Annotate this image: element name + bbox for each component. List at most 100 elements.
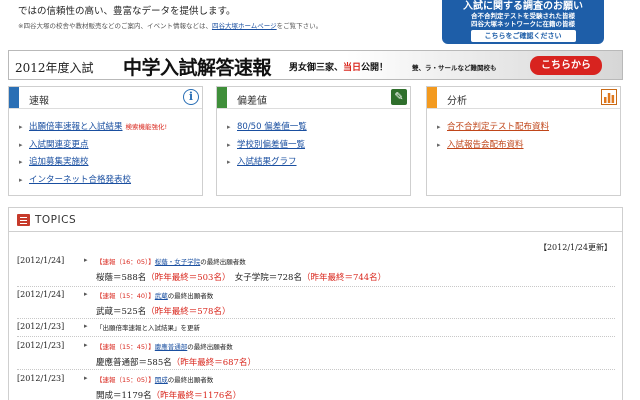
banner-year: 2012年度入試 — [15, 61, 94, 75]
list-item: ▸ 出願倍率速報と入試結果 検索機能強化! — [19, 119, 202, 137]
arrow-icon: ▸ — [19, 158, 23, 166]
info-icon: i — [183, 89, 199, 105]
topics-list-icon — [17, 214, 30, 226]
topic-values: 開成＝1179名（昨年最終＝1176名） — [96, 389, 241, 400]
intro-line: ではの信頼性の高い、豊富なデータを提供します。 — [18, 6, 236, 17]
news-box-title: 速報 — [29, 96, 49, 107]
topic-flash-label: 【速報（16：05）】 — [96, 258, 155, 266]
news-link-additional-recruitment[interactable]: 追加募集実施校 — [29, 157, 89, 167]
topic-last-year: （昨年最終＝503名） — [146, 273, 227, 283]
topic-school-link[interactable]: 桜蔭・女子学院 — [155, 258, 201, 266]
bunseki-accent-bar — [427, 87, 437, 108]
hensachi-box: 偏差値 ✎ ▸ 80/50 偏差値一覧 ▸ 学校別偏差値一覧 ▸ 入試結果グラフ — [216, 86, 411, 196]
divider — [17, 318, 615, 319]
topic-last-year: （昨年最終＝578名） — [146, 307, 231, 317]
list-item: ▸ 入試結果グラフ — [227, 154, 410, 172]
topics-title: TOPICS — [35, 214, 77, 226]
topic-date: [2012/1/23] — [17, 322, 65, 331]
bunseki-box-header: 分析 — [427, 87, 620, 109]
hensachi-box-header: 偏差値 ✎ — [217, 87, 410, 109]
topics-updated-date: 【2012/1/24更新】 — [538, 243, 612, 252]
topic-flash-label: 【速報（15：40）】 — [96, 292, 155, 300]
topic-headline-text: の最終出願者数 — [187, 343, 233, 351]
list-item: ▸ 学校別偏差値一覧 — [227, 137, 410, 155]
bunseki-link-report-materials[interactable]: 入試報告会配布資料 — [447, 140, 524, 150]
answer-bulletin-banner[interactable]: 2012年度入試 中学入試解答速報 男女御三家、当日公開！ 雙、ラ・サールなど難… — [8, 50, 623, 80]
arrow-icon: ▸ — [19, 140, 23, 149]
topic-values: 慶應普通部＝585名（昨年最終＝687名） — [96, 356, 256, 368]
topic-school-link[interactable]: 開成 — [155, 376, 168, 384]
topic-date: [2012/1/24] — [17, 256, 65, 265]
topic-value: 桜蔭＝588名 — [96, 273, 147, 283]
news-link-application-ratio[interactable]: 出願倍率速報と入試結果 — [29, 122, 123, 132]
intro-text: ではの信頼性の高い、豊富なデータを提供します。 ※四谷大塚の校舎や教材販売などの… — [18, 0, 438, 40]
banner-title: 中学入試解答速報 — [123, 57, 272, 79]
banner-sub-a: 男女御三家、 — [289, 63, 344, 73]
intro-note-pre: ※四谷大塚の校舎や教材販売などのご案内、イベント情報などは、 — [18, 22, 212, 30]
topic-headline-text: の最終出願者数 — [200, 258, 246, 266]
arrow-icon: ▸ — [227, 158, 231, 166]
topics-panel: TOPICS 【2012/1/24更新】 [2012/1/24] ▸ 【速報（1… — [8, 207, 623, 400]
news-box-header: 速報 i — [9, 87, 202, 109]
survey-title: 入試に関する調査のお願い — [463, 1, 583, 12]
hensachi-box-title: 偏差値 — [237, 96, 267, 107]
news-list: ▸ 出願倍率速報と入試結果 検索機能強化! ▸ 入試関連変更点 ▸ 追加募集実施校 ▸ イ… — [9, 109, 202, 189]
banner-sub-b: 公開！ — [361, 63, 389, 73]
bunseki-link-test-materials[interactable]: 合不合判定テスト配布資料 — [447, 122, 549, 132]
news-box: 速報 i ▸ 出願倍率速報と入試結果 検索機能強化! ▸ 入試関連変更点 ▸ 追加募集実… — [8, 86, 203, 196]
bar-chart-icon — [601, 89, 617, 105]
topic-headline: 【速報（16：05）】桜蔭・女子学院の最終出願者数 — [96, 256, 246, 266]
topic-headline: 「出願倍率速報と入試結果」を更新 — [96, 322, 200, 332]
hensachi-list: ▸ 80/50 偏差値一覧 ▸ 学校別偏差値一覧 ▸ 入試結果グラフ — [217, 109, 410, 172]
divider — [17, 336, 615, 337]
topic-date: [2012/1/23] — [17, 341, 65, 350]
topic-flash-label: 【速報（15：05）】 — [96, 376, 155, 384]
list-item: ▸ 80/50 偏差値一覧 — [227, 119, 410, 137]
yotsuya-homepage-link[interactable]: 四谷大塚ホームページ — [212, 22, 277, 30]
arrow-icon: ▸ — [84, 341, 88, 349]
arrow-icon: ▸ — [437, 140, 441, 149]
topic-value: 慶應普通部＝585名 — [96, 358, 172, 368]
topic-date: [2012/1/24] — [17, 290, 65, 299]
survey-confirm-button[interactable]: こちらをご確認ください — [470, 30, 576, 42]
arrow-icon: ▸ — [84, 256, 88, 264]
topic-school-link[interactable]: 慶應普通部 — [155, 343, 188, 351]
topic-school-link[interactable]: 武蔵 — [155, 292, 168, 300]
news-link-internet-results[interactable]: インターネット合格発表校 — [29, 175, 131, 185]
topic-values: 武蔵＝525名（昨年最終＝578名） — [96, 305, 230, 317]
topic-value: 武蔵＝525名 — [96, 307, 147, 317]
topic-value: 女子学院＝728名 — [226, 273, 302, 283]
news-link-changes[interactable]: 入試関連変更点 — [29, 140, 89, 150]
search-enhanced-note: 検索機能強化! — [125, 123, 168, 131]
topic-value: 開成＝1179名 — [96, 391, 152, 400]
arrow-icon: ▸ — [437, 123, 441, 131]
banner-subtitle-2: 雙、ラ・サールなど難関校も — [412, 64, 497, 72]
topics-header: TOPICS — [9, 208, 622, 232]
hensachi-link-by-school[interactable]: 学校別偏差値一覧 — [237, 140, 305, 150]
list-item: ▸ 入試関連変更点 — [19, 137, 202, 155]
hensachi-link-80-50[interactable]: 80/50 偏差値一覧 — [237, 122, 307, 132]
topic-headline-text: 「出願倍率速報と入試結果」を更新 — [96, 324, 200, 332]
list-item: ▸ 追加募集実施校 — [19, 154, 202, 172]
arrow-icon: ▸ — [227, 140, 231, 149]
topic-headline: 【速報（15：45）】慶應普通部の最終出願者数 — [96, 341, 233, 351]
bar-chart-graphic — [604, 93, 615, 103]
topic-last-year: （昨年最終＝687名） — [171, 358, 256, 368]
banner-go-button[interactable]: こちらから — [530, 56, 602, 75]
arrow-icon: ▸ — [84, 322, 88, 330]
topic-last-year: （昨年最終＝744名） — [301, 273, 387, 283]
arrow-icon: ▸ — [227, 123, 231, 131]
bunseki-box: 分析 ▸ 合不合判定テスト配布資料 ▸ 入試報告会配布資料 — [426, 86, 621, 196]
hensachi-accent-bar — [217, 87, 227, 108]
arrow-icon: ▸ — [84, 290, 88, 298]
topic-date: [2012/1/23] — [17, 374, 65, 383]
news-accent-bar — [9, 87, 19, 108]
topic-headline-text: の最終出願者数 — [167, 376, 214, 384]
hensachi-link-results-graph[interactable]: 入試結果グラフ — [237, 157, 297, 167]
pencil-icon: ✎ — [391, 89, 407, 105]
survey-banner[interactable]: 入試に関する調査のお願い 合不合判定テストを受験された皆様 四谷大塚ネットワーク… — [442, 0, 604, 44]
banner-subtitle: 男女御三家、当日公開！ — [289, 60, 388, 73]
bunseki-box-title: 分析 — [447, 96, 467, 107]
divider — [17, 369, 615, 370]
list-item: ▸ インターネット合格発表校 — [19, 172, 202, 190]
